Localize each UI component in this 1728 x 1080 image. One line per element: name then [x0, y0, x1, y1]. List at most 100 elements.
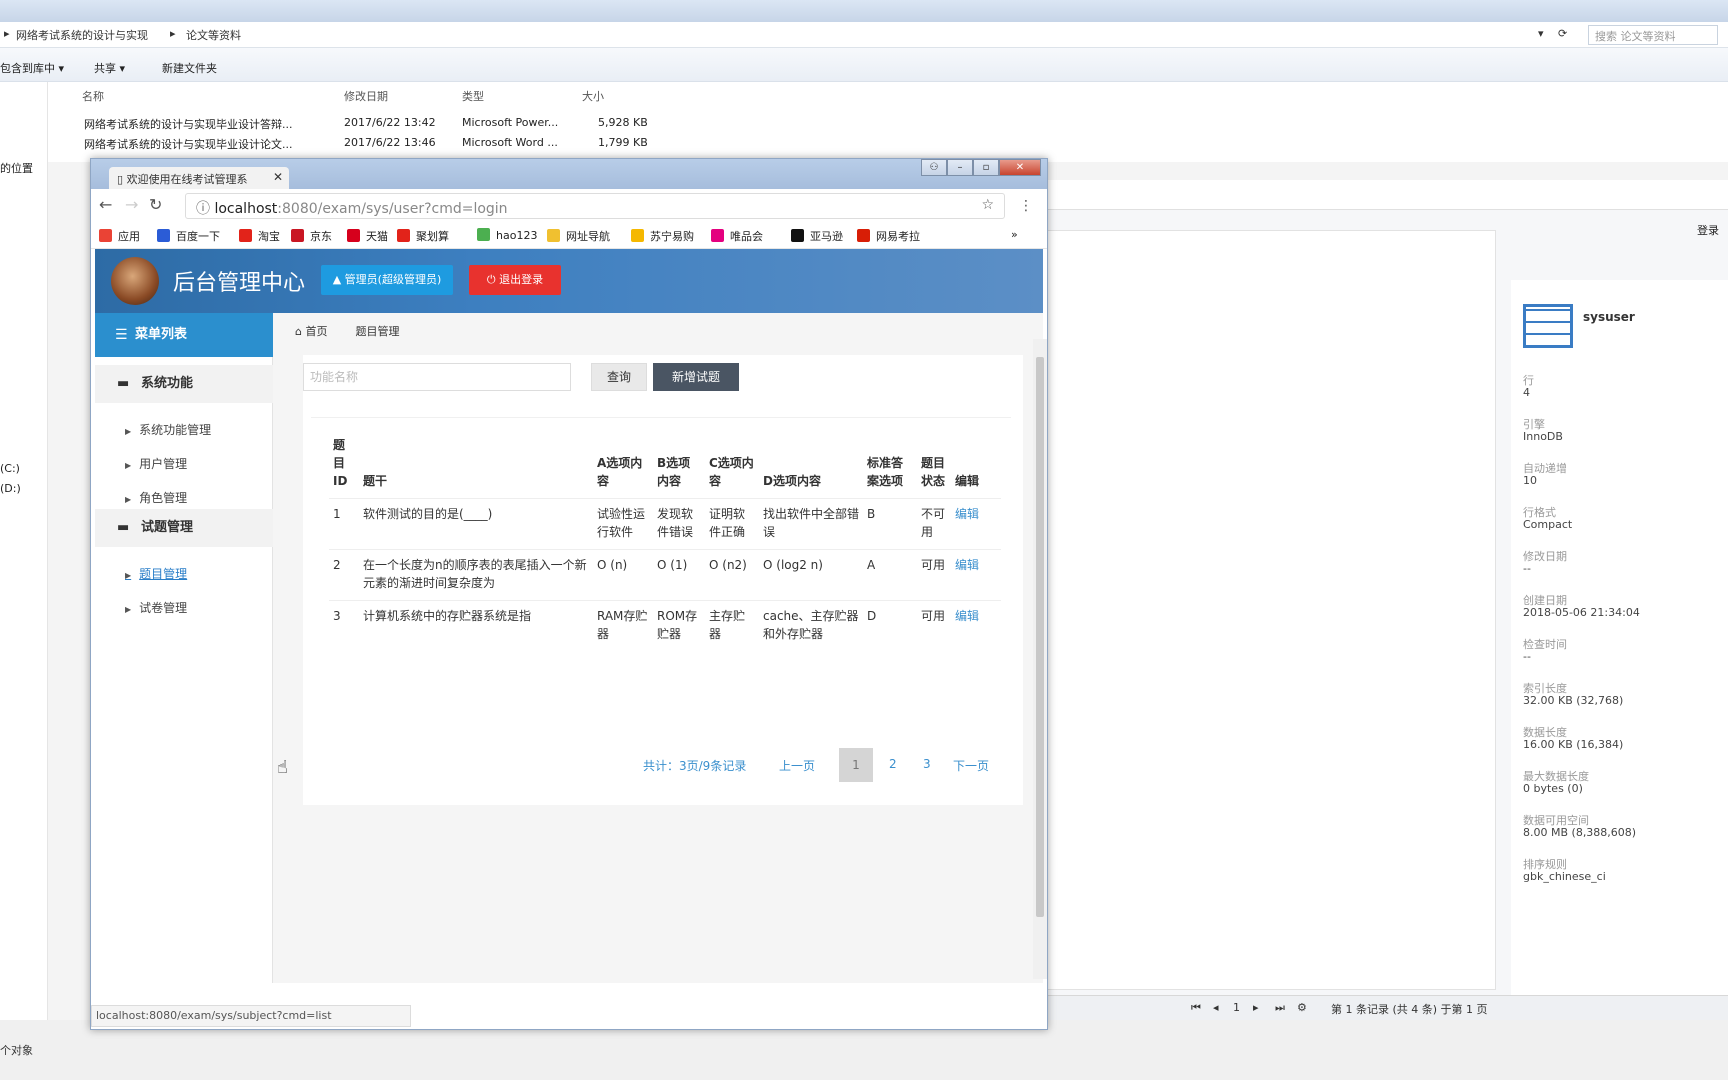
close-window-icon[interactable]: ✕: [999, 159, 1041, 176]
column-date[interactable]: 修改日期: [344, 88, 388, 104]
bookmark-item[interactable]: hao123: [477, 228, 537, 242]
last-record-icon[interactable]: ⏭: [1275, 1001, 1285, 1015]
sidebar-item-user-mgmt[interactable]: ▶ 用户管理: [125, 455, 187, 472]
minimize-icon[interactable]: –: [947, 159, 973, 176]
page-number: 1: [1233, 1001, 1240, 1014]
file-name[interactable]: 网络考试系统的设计与实现毕业设计答辩...: [84, 116, 293, 132]
first-record-icon[interactable]: ⏮: [1191, 1001, 1201, 1015]
more-bookmarks-icon[interactable]: »: [1011, 228, 1018, 241]
next-record-icon[interactable]: ▸: [1253, 1001, 1259, 1014]
cell-b: O (1): [657, 558, 688, 572]
dropdown-icon[interactable]: ▾: [1538, 27, 1544, 40]
back-icon[interactable]: ←: [99, 195, 112, 214]
th-b: B选项内容: [657, 456, 691, 488]
briefcase-icon: ▬: [117, 520, 130, 535]
column-type[interactable]: 类型: [462, 88, 484, 104]
bookmark-label: 百度一下: [176, 230, 220, 243]
next-page-link[interactable]: 下一页: [953, 757, 989, 774]
explorer-file-list: 名称 修改日期 类型 大小 网络考试系统的设计与实现毕业设计答辩... 2017…: [48, 82, 1728, 162]
bookmark-item[interactable]: 网易考拉: [857, 228, 920, 244]
th-a: A选项内容: [597, 456, 643, 488]
breadcrumb-home[interactable]: 首页: [305, 325, 327, 338]
edit-link[interactable]: 编辑: [951, 499, 1001, 550]
cell-b: 发现软件错误: [657, 507, 694, 539]
bookmark-label: 淘宝: [258, 230, 280, 243]
group-system[interactable]: ▬ 系统功能: [95, 365, 273, 403]
bookmark-item[interactable]: 淘宝: [239, 228, 280, 244]
bookmark-item[interactable]: 亚马逊: [791, 228, 843, 244]
search-input[interactable]: [303, 363, 571, 391]
nav-item[interactable]: 的位置: [0, 160, 33, 176]
info-icon[interactable]: ⓘ: [196, 201, 214, 217]
cell-answer: D: [867, 609, 877, 623]
prop-value: 4: [1523, 386, 1530, 399]
explorer-address-bar[interactable]: ▸ 网络考试系统的设计与实现 ▸ 论文等资料 ▾ ⟳ 搜索 论文等资料: [0, 22, 1728, 48]
menu-icon[interactable]: ⋮: [1019, 198, 1033, 214]
explorer-search-input[interactable]: 搜索 论文等资料: [1588, 25, 1718, 45]
user-icon[interactable]: ⚇: [921, 159, 947, 176]
url-bar[interactable]: ⓘ localhost:8080/exam/sys/user?cmd=login…: [185, 193, 1005, 219]
bookmark-item[interactable]: 百度一下: [157, 228, 220, 244]
cell-stem: 在一个长度为n的顺序表的表尾插入一个新元素的渐进时间复杂度为: [363, 558, 587, 590]
sidebar-item-role-mgmt[interactable]: ▶ 角色管理: [125, 489, 187, 506]
cell-c: 主存贮器: [709, 609, 746, 641]
page-scrollbar[interactable]: [1033, 339, 1047, 979]
drive-c[interactable]: (C:): [0, 462, 20, 475]
share-button[interactable]: 共享 ▾: [94, 60, 125, 76]
prop-value: 32.00 KB (32,768): [1523, 694, 1624, 707]
sidebar-item-paper-mgmt[interactable]: ▶ 试卷管理: [125, 599, 187, 616]
bookmark-item[interactable]: 苏宁易购: [631, 228, 694, 244]
sidebar-item-function-mgmt[interactable]: ▶ 系统功能管理: [125, 421, 211, 438]
bookmark-item[interactable]: 聚划算: [397, 228, 449, 244]
bookmark-item[interactable]: 唯品会: [711, 228, 763, 244]
group-questions[interactable]: ▬ 试题管理: [95, 509, 273, 547]
cell-status: 不可用: [921, 507, 946, 539]
db-content: [1041, 230, 1496, 990]
prop-value: InnoDB: [1523, 430, 1563, 443]
bookmark-item[interactable]: 网址导航: [547, 228, 610, 244]
prop-value: 2018-05-06 21:34:04: [1523, 606, 1640, 619]
edit-link[interactable]: 编辑: [951, 601, 1001, 652]
bookmark-favicon-icon: [791, 229, 804, 242]
bookmark-favicon-icon: [631, 229, 644, 242]
edit-link[interactable]: 编辑: [951, 550, 1001, 601]
close-tab-icon[interactable]: ✕: [273, 170, 283, 184]
bookmark-item[interactable]: 京东: [291, 228, 332, 244]
file-name[interactable]: 网络考试系统的设计与实现毕业设计论文...: [84, 136, 293, 152]
prev-page-link[interactable]: 上一页: [779, 757, 815, 774]
scrollbar-thumb[interactable]: [1036, 357, 1044, 917]
refresh-icon[interactable]: ⟳: [1558, 27, 1567, 40]
menu-header: ☰ 菜单列表: [95, 313, 273, 357]
reload-icon[interactable]: ↻: [149, 195, 162, 214]
settings-icon[interactable]: ⚙: [1297, 1001, 1307, 1014]
sidebar-item-question-mgmt[interactable]: ▶ 题目管理: [125, 565, 187, 582]
browser-tab[interactable]: ▯ 欢迎使用在线考试管理系 ✕: [109, 167, 289, 189]
column-size[interactable]: 大小: [582, 88, 604, 104]
forward-icon[interactable]: →: [125, 195, 138, 214]
new-folder-button[interactable]: 新建文件夹: [162, 60, 217, 76]
login-label[interactable]: 登录: [1697, 222, 1719, 238]
url-path: :8080/exam/sys/user?cmd=login: [277, 201, 508, 217]
add-question-button[interactable]: 新增试题: [653, 363, 739, 391]
prev-record-icon[interactable]: ◂: [1213, 1001, 1219, 1014]
pagination-summary: 共计：3页/9条记录: [643, 759, 747, 773]
breadcrumb-folder[interactable]: 论文等资料: [186, 27, 241, 43]
maximize-icon[interactable]: ▫: [973, 159, 999, 176]
page-2[interactable]: 2: [889, 757, 897, 771]
bookmark-star-icon[interactable]: ☆: [981, 197, 994, 213]
caret-icon: ▶: [125, 427, 132, 436]
bookmark-item[interactable]: 天猫: [347, 228, 388, 244]
drive-d[interactable]: (D:): [0, 482, 21, 495]
th-d: D选项内容: [763, 474, 821, 488]
bookmark-item[interactable]: 应用: [99, 228, 140, 244]
page-3[interactable]: 3: [923, 757, 931, 771]
admin-button[interactable]: ▲ 管理员(超级管理员): [321, 265, 453, 295]
explorer-titlebar: [0, 0, 1728, 22]
page-1[interactable]: 1: [839, 748, 873, 782]
logout-button[interactable]: ⏻ 退出登录: [469, 265, 561, 295]
column-name[interactable]: 名称: [82, 88, 104, 104]
query-button[interactable]: 查询: [591, 363, 647, 391]
breadcrumb-arrow-icon: ▸: [170, 27, 176, 40]
include-library-button[interactable]: 包含到库中 ▾: [0, 60, 64, 76]
breadcrumb-folder[interactable]: 网络考试系统的设计与实现: [16, 27, 148, 43]
